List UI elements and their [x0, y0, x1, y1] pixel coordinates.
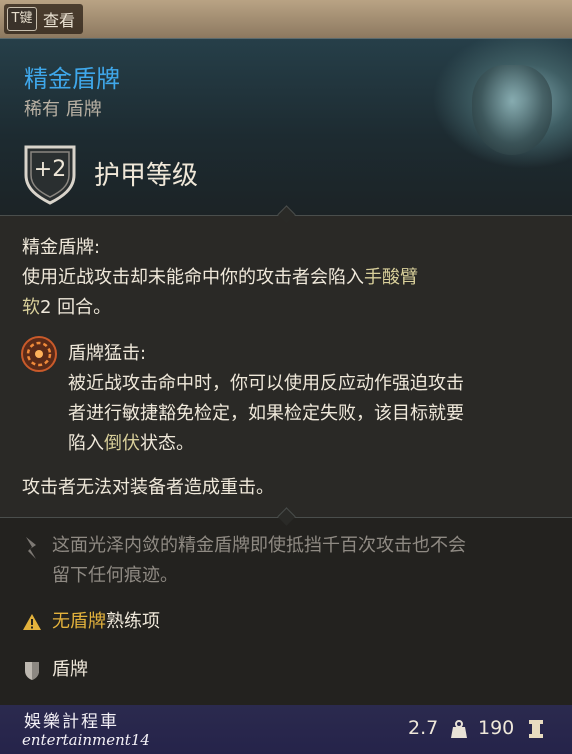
item-tooltip: 精金盾牌 稀有 盾牌 +2 护甲等级 精金盾牌: 使用近战攻击却未能命中你的攻击…	[0, 38, 572, 754]
reaction-line3: 陷入倒伏状态。	[68, 429, 194, 459]
reaction-title: 盾牌猛击:	[68, 343, 147, 364]
inspect-keybind[interactable]: T键 查看	[4, 4, 84, 34]
tooltip-header: 精金盾牌 稀有 盾牌 +2 护甲等级	[0, 39, 572, 215]
gold-coin-icon	[529, 720, 543, 738]
passive-description-line1: 使用近战攻击却未能命中你的攻击者会陷入手酸臂	[22, 263, 418, 293]
shield-bash-icon	[21, 336, 57, 372]
flavor-line2: 留下任何痕迹。	[52, 565, 178, 586]
crit-immunity-text: 攻击者无法对装备者造成重击。	[22, 477, 274, 498]
reaction-line2: 者进行敏捷豁免检定，如果检定失败，该目标就要	[68, 403, 464, 424]
reaction-line3-post: 状态。	[140, 433, 194, 454]
reaction-line3-pre: 陷入	[68, 433, 104, 454]
inspect-label: 查看	[43, 11, 76, 30]
key-badge: T键	[7, 7, 37, 31]
flavor-section: 这面光泽内敛的精金盾牌即使抵挡千百次攻击也不会 留下任何痕迹。 无盾牌熟练项 盾…	[0, 507, 572, 707]
passive-text: 使用近战攻击却未能命中你的攻击者会陷入	[22, 267, 364, 288]
passive-duration: 2 回合。	[40, 297, 112, 318]
weight-icon	[451, 720, 467, 738]
reaction-line1: 被近战攻击命中时，你可以使用反应动作强迫攻击	[68, 373, 464, 394]
effects-section: 精金盾牌: 使用近战攻击却未能命中你的攻击者会陷入手酸臂 软2 回合。 盾牌猛击…	[0, 205, 572, 517]
warning-icon	[23, 614, 41, 630]
proficiency-warning: 无盾牌熟练项	[52, 607, 160, 637]
item-category: 盾牌	[52, 659, 88, 680]
quill-icon	[26, 537, 36, 559]
passive-title: 精金盾牌:	[22, 237, 101, 258]
watermark-line2: entertainment14	[22, 731, 150, 749]
weight-value: 2.7	[408, 717, 439, 739]
item-rarity-type: 稀有 盾牌	[24, 99, 102, 120]
item-name: 精金盾牌	[24, 65, 120, 93]
shield-category-icon	[25, 662, 39, 680]
gold-value: 190	[478, 717, 515, 739]
proficiency-warning-rest: 熟练项	[106, 611, 160, 632]
passive-description-line2: 软2 回合。	[22, 293, 111, 323]
condition-link-prone[interactable]: 倒伏	[104, 433, 140, 454]
condition-link-weakened[interactable]: 手酸臂	[364, 267, 418, 288]
flavor-line1: 这面光泽内敛的精金盾牌即使抵挡千百次攻击也不会	[52, 535, 466, 556]
item-art-shield	[472, 65, 552, 155]
condition-link-weakened-cont[interactable]: 软	[22, 297, 40, 318]
watermark-line1: 娛樂計程車	[24, 712, 119, 732]
proficiency-warning-highlight: 无盾牌	[52, 611, 106, 632]
armor-bonus-value: +2	[33, 156, 67, 182]
tooltip-footer: 娛樂計程車 entertainment14 2.7 190	[0, 705, 572, 754]
armor-class-label: 护甲等级	[94, 161, 199, 191]
